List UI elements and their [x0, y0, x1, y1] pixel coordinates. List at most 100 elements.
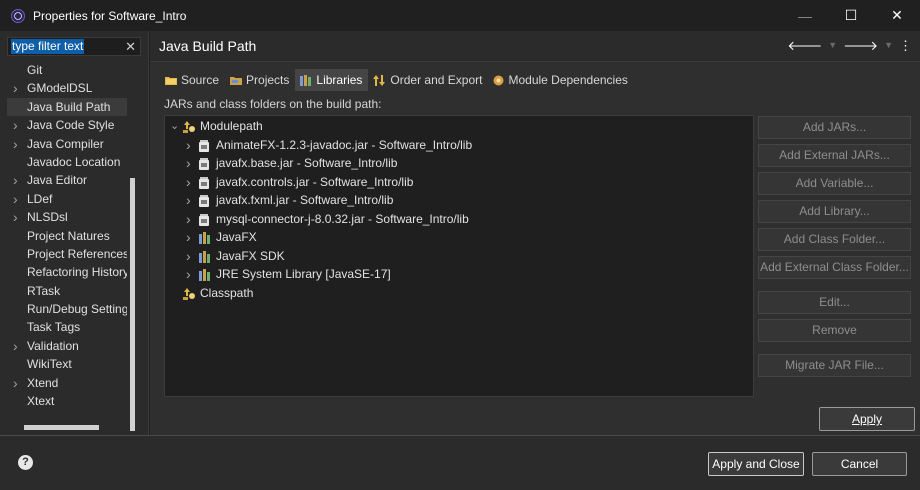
- tree-item-gmodeldsl[interactable]: › GModelDSL: [7, 79, 127, 97]
- tree-item-label: WikiText: [27, 357, 72, 372]
- tree-item-wikitext[interactable]: WikiText: [7, 355, 127, 373]
- add-external-jars-button[interactable]: Add External JARs...: [758, 144, 911, 167]
- expand-chevron-icon[interactable]: ›: [186, 265, 191, 284]
- title-bar: Properties for Software_Intro — ☐ ✕: [0, 0, 920, 31]
- tab-module-dependencies[interactable]: Module Dependencies: [488, 69, 633, 91]
- expand-chevron-icon[interactable]: ›: [13, 135, 18, 153]
- expand-chevron-icon[interactable]: ›: [13, 374, 18, 392]
- apply-and-close-button[interactable]: Apply and Close: [708, 452, 804, 476]
- horizontal-scrollbar[interactable]: [24, 425, 99, 430]
- expand-chevron-icon[interactable]: ›: [13, 208, 18, 226]
- cancel-button[interactable]: Cancel: [812, 452, 907, 476]
- tree-item-java-compiler[interactable]: › Java Compiler: [7, 135, 127, 153]
- add-external-class-folder-button[interactable]: Add External Class Folder...: [758, 256, 911, 279]
- vertical-scrollbar[interactable]: [130, 178, 135, 431]
- build-path-entry-label: JRE System Library [JavaSE-17]: [216, 267, 391, 281]
- jar-icon: [199, 157, 210, 170]
- add-class-folder-button[interactable]: Add Class Folder...: [758, 228, 911, 251]
- filter-text[interactable]: type filter text: [11, 39, 85, 54]
- view-menu-icon[interactable]: ⋮: [899, 38, 912, 54]
- minimize-button[interactable]: —: [782, 0, 828, 31]
- edit-button[interactable]: Edit...: [758, 291, 911, 314]
- back-dropdown-icon[interactable]: ▼: [828, 38, 837, 54]
- expand-chevron-icon[interactable]: ›: [186, 191, 191, 210]
- add-jars-button[interactable]: Add JARs...: [758, 116, 911, 139]
- build-path-tree[interactable]: ⌄ Modulepath › AnimateFX-1.2.3-javadoc.jar …: [164, 115, 754, 397]
- tab-projects[interactable]: Projects: [225, 69, 295, 91]
- apply-button[interactable]: Apply: [819, 407, 915, 431]
- apply-label: Apply: [851, 412, 883, 426]
- expand-chevron-icon[interactable]: ›: [13, 116, 18, 134]
- expand-chevron-icon[interactable]: ›: [13, 190, 18, 208]
- tree-item-project-natures[interactable]: Project Natures: [7, 227, 127, 245]
- expand-chevron-icon[interactable]: ›: [13, 337, 18, 355]
- expand-chevron-icon[interactable]: ›: [13, 79, 18, 97]
- filter-input[interactable]: type filter text ✕: [7, 37, 141, 56]
- help-icon[interactable]: ?: [18, 455, 33, 470]
- forward-dropdown-icon[interactable]: ▼: [884, 38, 893, 54]
- tree-item-label: Java Compiler: [27, 136, 104, 151]
- close-button[interactable]: ✕: [874, 0, 920, 31]
- build-path-entry-label: javafx.base.jar - Software_Intro/lib: [216, 156, 398, 170]
- expand-chevron-icon[interactable]: ›: [13, 171, 18, 189]
- tree-item-nlsdsl[interactable]: › NLSDsl: [7, 208, 127, 226]
- forward-arrow-icon[interactable]: 🡒: [843, 38, 878, 54]
- back-arrow-icon[interactable]: 🡐: [787, 38, 822, 54]
- tree-item-git[interactable]: Git: [7, 61, 127, 79]
- property-pages-pane: type filter text ✕ Git › GModelDSL Java Bui…: [0, 31, 149, 435]
- build-path-entry-label: javafx.controls.jar - Software_Intro/lib: [216, 174, 414, 189]
- tree-item-label: Java Editor: [27, 173, 88, 188]
- tree-item-label: Validation: [27, 338, 79, 353]
- expand-chevron-icon[interactable]: ›: [186, 154, 191, 173]
- tree-item-task-tags[interactable]: Task Tags: [7, 318, 127, 336]
- library-icon: [199, 231, 210, 244]
- build-path-description: JARs and class folders on the build path…: [164, 97, 382, 111]
- add-library-button[interactable]: Add Library...: [758, 200, 911, 223]
- tree-item-label: Run/Debug Settings: [27, 302, 127, 317]
- remove-button[interactable]: Remove: [758, 319, 911, 342]
- library-icon: [199, 250, 210, 263]
- tab-label: Projects: [246, 73, 290, 87]
- tree-item-rtask[interactable]: RTask: [7, 282, 127, 300]
- tree-item-label: Xtext: [27, 394, 55, 409]
- maximize-button[interactable]: ☐: [828, 0, 874, 31]
- expand-chevron-icon[interactable]: ›: [186, 228, 191, 247]
- expand-chevron-icon[interactable]: ›: [186, 247, 191, 266]
- collapse-chevron-icon[interactable]: ⌄: [170, 117, 179, 136]
- tree-item-label: Task Tags: [27, 320, 81, 335]
- tree-item-run-debug-settings[interactable]: Run/Debug Settings: [7, 300, 127, 318]
- build-path-entry-label: JavaFX SDK: [216, 248, 285, 263]
- tree-item-xtext[interactable]: Xtext: [7, 392, 127, 410]
- expand-chevron-icon[interactable]: ›: [186, 173, 191, 192]
- tree-item-validation[interactable]: › Validation: [7, 337, 127, 355]
- tree-item-java-code-style[interactable]: › Java Code Style: [7, 116, 127, 134]
- eclipse-logo-icon: [11, 8, 25, 23]
- page-title: Java Build Path: [159, 38, 257, 54]
- tab-libraries[interactable]: Libraries: [295, 69, 369, 91]
- tree-item-label: LDef: [27, 191, 53, 206]
- clear-filter-icon[interactable]: ✕: [125, 38, 136, 55]
- tree-item-label: Project Natures: [27, 228, 110, 243]
- tree-item-label: NLSDsl: [27, 210, 68, 225]
- tree-item-label: Java Code Style: [27, 118, 115, 133]
- tree-item-label: GModelDSL: [27, 81, 93, 96]
- expand-chevron-icon[interactable]: ›: [186, 210, 191, 229]
- expand-chevron-icon[interactable]: ›: [186, 136, 191, 155]
- tree-item-java-build-path[interactable]: Java Build Path: [7, 97, 127, 117]
- tab-label: Source: [181, 73, 220, 87]
- dialog-button-bar: ? Apply and Close Cancel: [0, 435, 920, 490]
- jar-icon: [199, 194, 210, 207]
- window-controls: — ☐ ✕: [782, 0, 920, 31]
- tree-item-ldef[interactable]: › LDef: [7, 190, 127, 208]
- tab-order-and-export[interactable]: Order and Export: [368, 69, 488, 91]
- tree-item-javadoc-location[interactable]: Javadoc Location: [7, 153, 127, 171]
- tree-item-java-editor[interactable]: › Java Editor: [7, 171, 127, 189]
- build-path-entry-label: JavaFX: [216, 230, 257, 244]
- tree-item-project-references[interactable]: Project References: [7, 245, 127, 263]
- tab-source[interactable]: Source: [160, 69, 225, 91]
- add-variable-button[interactable]: Add Variable...: [758, 172, 911, 195]
- tree-item-label: RTask: [27, 283, 61, 298]
- migrate-jar-button[interactable]: Migrate JAR File...: [758, 354, 911, 377]
- tree-item-xtend[interactable]: › Xtend: [7, 374, 127, 392]
- tree-item-refactoring-history[interactable]: Refactoring History: [7, 263, 127, 281]
